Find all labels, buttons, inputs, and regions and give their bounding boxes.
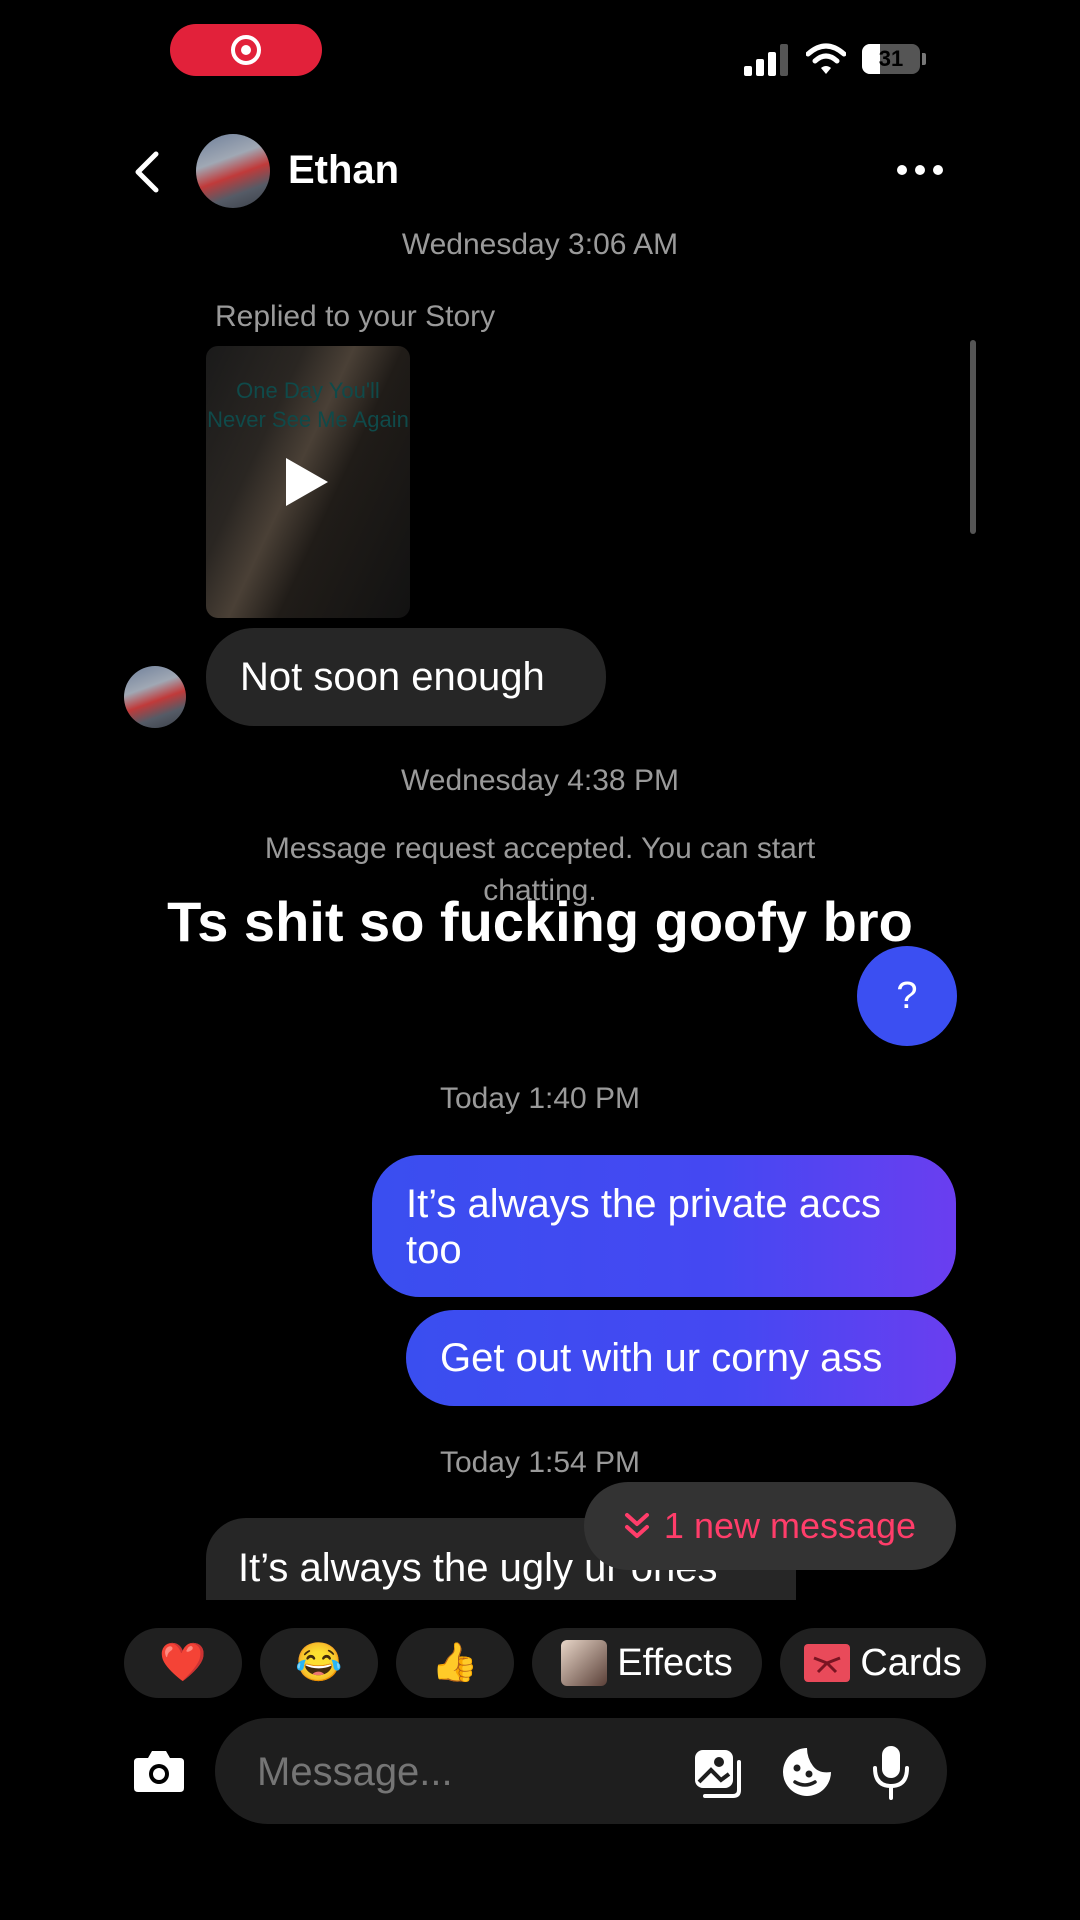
contact-avatar[interactable] bbox=[196, 134, 270, 208]
thumbs-up-icon: 👍 bbox=[431, 1642, 479, 1684]
cards-button[interactable]: Cards bbox=[780, 1628, 986, 1698]
battery-nub bbox=[922, 53, 926, 65]
wifi-icon bbox=[806, 43, 846, 74]
microphone-icon[interactable] bbox=[871, 1744, 911, 1800]
sender-avatar[interactable] bbox=[124, 666, 186, 728]
effects-thumbnail-icon bbox=[561, 1640, 608, 1686]
reaction-heart-button[interactable]: ❤️ bbox=[124, 1628, 242, 1698]
double-chevron-down-icon bbox=[624, 1513, 649, 1538]
help-button[interactable]: ? bbox=[857, 946, 957, 1046]
screen-record-indicator[interactable] bbox=[170, 24, 322, 76]
outgoing-message[interactable]: It’s always the private accs too bbox=[372, 1155, 956, 1297]
timestamp: Today 1:40 PM bbox=[439, 1082, 641, 1115]
message-input[interactable] bbox=[255, 1744, 679, 1800]
effects-label: Effects bbox=[617, 1641, 733, 1684]
timestamp: Today 1:54 PM bbox=[439, 1446, 641, 1479]
message-text: It’s always the private accs too bbox=[406, 1182, 882, 1272]
incoming-message[interactable]: Not soon enough bbox=[206, 628, 606, 726]
sticker-icon[interactable] bbox=[781, 1746, 833, 1798]
heart-icon: ❤️ bbox=[159, 1642, 207, 1684]
new-message-label: 1 new message bbox=[663, 1505, 917, 1546]
laughing-emoji-icon: 😂 bbox=[295, 1642, 343, 1684]
story-reply-label: Replied to your Story bbox=[215, 300, 496, 333]
reaction-thumbs-up-button[interactable]: 👍 bbox=[396, 1628, 514, 1698]
signal-icon bbox=[744, 44, 788, 76]
new-message-button[interactable]: 1 new message bbox=[584, 1482, 956, 1570]
cards-label: Cards bbox=[860, 1641, 962, 1684]
back-arrow-icon[interactable] bbox=[130, 150, 162, 194]
record-icon bbox=[231, 35, 261, 65]
camera-icon[interactable] bbox=[132, 1748, 186, 1794]
gallery-icon[interactable] bbox=[693, 1748, 745, 1798]
gift-card-icon bbox=[804, 1644, 851, 1682]
story-overlay-text: One Day You'll Never See Me Again bbox=[207, 378, 409, 432]
outgoing-message[interactable]: Get out with ur corny ass bbox=[406, 1310, 956, 1406]
battery-icon: 31 bbox=[862, 44, 920, 74]
message-text: Not soon enough bbox=[240, 654, 545, 699]
message-composer[interactable] bbox=[215, 1718, 947, 1824]
battery-percentage: 31 bbox=[878, 46, 904, 71]
contact-name[interactable]: Ethan bbox=[288, 148, 399, 193]
effects-button[interactable]: Effects bbox=[532, 1628, 762, 1698]
timestamp: Wednesday 4:38 PM bbox=[401, 764, 679, 797]
play-icon bbox=[286, 458, 328, 506]
timestamp: Wednesday 3:06 AM bbox=[401, 228, 679, 261]
more-options-icon[interactable] bbox=[896, 162, 944, 178]
reaction-laugh-button[interactable]: 😂 bbox=[260, 1628, 378, 1698]
message-text: Get out with ur corny ass bbox=[440, 1335, 883, 1380]
scrollbar[interactable] bbox=[970, 340, 976, 534]
story-thumbnail[interactable]: One Day You'll Never See Me Again bbox=[206, 346, 410, 618]
